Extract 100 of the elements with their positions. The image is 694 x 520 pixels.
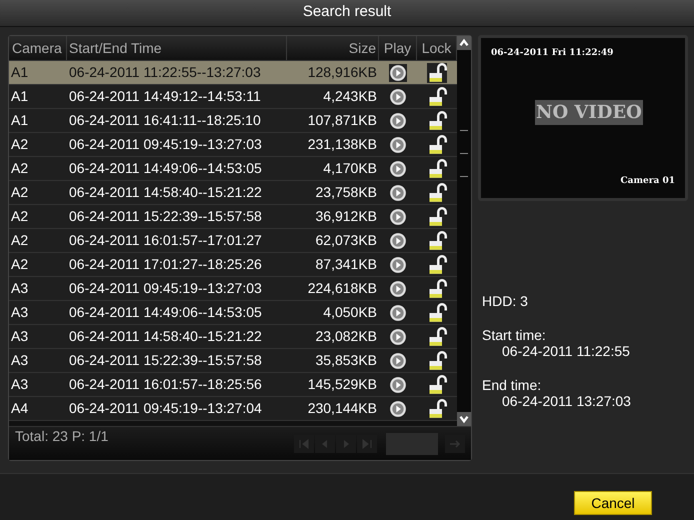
lock-open-icon[interactable] bbox=[427, 86, 447, 106]
table-cell-text: 231,138KB bbox=[306, 135, 378, 154]
info-label: End time: bbox=[482, 377, 542, 393]
info-value: 06-24-2011 13:27:03 bbox=[501, 393, 632, 409]
table-cell-text: A2 bbox=[10, 231, 30, 250]
table-cell-text: 128,916KB bbox=[306, 63, 378, 82]
play-icon[interactable] bbox=[389, 304, 407, 322]
lock-open-icon[interactable] bbox=[427, 398, 447, 418]
table-cell-text: 224,618KB bbox=[306, 279, 378, 298]
table-row[interactable]: A2 06-24-2011 09:45:19--13:27:03 231,138KB bbox=[9, 133, 457, 157]
column-header[interactable]: Start/End Time bbox=[67, 36, 287, 60]
lock-open-icon[interactable] bbox=[427, 182, 447, 202]
table-cell-text: A3 bbox=[10, 375, 30, 394]
column-header[interactable]: Camera bbox=[9, 36, 67, 60]
lock-open-icon[interactable] bbox=[427, 62, 447, 82]
table-cell-text: 107,871KB bbox=[306, 111, 378, 130]
scroll-down-icon[interactable] bbox=[457, 412, 471, 426]
lock-open-icon[interactable] bbox=[427, 158, 447, 178]
table-cell-text: 87,341KB bbox=[314, 255, 378, 274]
osd-timestamp: 06-24-2011 Fri 11:22:49 bbox=[491, 48, 614, 58]
table-cell-text: A4 bbox=[10, 399, 30, 418]
table-cell-text: 06-24-2011 16:01:57--17:01:27 bbox=[68, 231, 263, 250]
table-cell-text: 36,912KB bbox=[314, 207, 378, 226]
play-icon[interactable] bbox=[389, 112, 407, 130]
table-cell-text: A2 bbox=[10, 159, 30, 178]
no-video-label: NO VIDEO bbox=[535, 100, 643, 125]
info-label: Start time: bbox=[482, 327, 547, 343]
table-row[interactable]: A2 06-24-2011 16:01:57--17:01:27 62,073KB bbox=[9, 229, 457, 253]
table-cell-text: 62,073KB bbox=[314, 231, 378, 250]
play-icon[interactable] bbox=[389, 136, 407, 154]
play-icon[interactable] bbox=[389, 400, 407, 418]
table-row[interactable]: A4 06-24-2011 09:45:19--13:27:04 230,144KB bbox=[9, 397, 457, 421]
table-row[interactable]: A3 06-24-2011 15:22:39--15:57:58 35,853KB bbox=[9, 349, 457, 373]
table-row[interactable]: A3 06-24-2011 14:49:06--14:53:05 4,050KB bbox=[9, 301, 457, 325]
play-icon[interactable] bbox=[389, 256, 407, 274]
play-icon[interactable] bbox=[389, 376, 407, 394]
scrollbar[interactable] bbox=[457, 36, 471, 426]
lock-open-icon[interactable] bbox=[427, 350, 447, 370]
table-cell-text: 4,243KB bbox=[322, 87, 378, 106]
table-row[interactable]: A3 06-24-2011 14:58:40--15:21:22 23,082KB bbox=[9, 325, 457, 349]
play-icon[interactable] bbox=[389, 208, 407, 226]
window-title: Search result bbox=[0, 0, 694, 27]
play-icon[interactable] bbox=[389, 64, 407, 82]
play-icon[interactable] bbox=[389, 280, 407, 298]
play-icon[interactable] bbox=[389, 88, 407, 106]
table-cell-text: 06-24-2011 09:45:19--13:27:04 bbox=[68, 399, 263, 418]
table-cell-text: 4,170KB bbox=[322, 159, 378, 178]
table-row[interactable]: A2 06-24-2011 17:01:27--18:25:26 87,341KB bbox=[9, 253, 457, 277]
table-cell-text: 4,050KB bbox=[322, 303, 378, 322]
table-row[interactable]: A2 06-24-2011 14:58:40--15:21:22 23,758KB bbox=[9, 181, 457, 205]
table-cell-text: A2 bbox=[10, 183, 30, 202]
table-row[interactable]: A2 06-24-2011 14:49:06--14:53:05 4,170KB bbox=[9, 157, 457, 181]
table-cell-text: A1 bbox=[10, 63, 30, 82]
table-cell-text: 23,082KB bbox=[314, 327, 378, 346]
column-header[interactable]: Play bbox=[379, 36, 417, 60]
play-icon[interactable] bbox=[389, 232, 407, 250]
table-cell-text: 06-24-2011 17:01:27--18:25:26 bbox=[68, 255, 263, 274]
table-cell-text: A1 bbox=[10, 111, 30, 130]
lock-open-icon[interactable] bbox=[427, 230, 447, 250]
table-cell-text: 06-24-2011 14:49:06--14:53:05 bbox=[68, 303, 263, 322]
table-cell-text: A3 bbox=[10, 351, 30, 370]
table-cell-text: 06-24-2011 15:22:39--15:57:58 bbox=[68, 207, 263, 226]
osd-camera-label: Camera 01 bbox=[620, 176, 675, 186]
lock-open-icon[interactable] bbox=[427, 110, 447, 130]
table-row[interactable]: A3 06-24-2011 09:45:19--13:27:03 224,618KB bbox=[9, 277, 457, 301]
column-header[interactable]: Size bbox=[287, 36, 379, 60]
table-row[interactable]: A3 06-24-2011 16:01:57--18:25:56 145,529KB bbox=[9, 373, 457, 397]
table-cell-text: A3 bbox=[10, 303, 30, 322]
play-icon[interactable] bbox=[389, 184, 407, 202]
table-cell-text: A3 bbox=[10, 279, 30, 298]
table-cell-text: 06-24-2011 16:41:11--18:25:10 bbox=[68, 111, 262, 130]
total-count: Total: 23 P: 1/1 bbox=[15, 428, 108, 444]
table-cell-text: 06-24-2011 15:22:39--15:57:58 bbox=[68, 351, 263, 370]
lock-open-icon[interactable] bbox=[427, 374, 447, 394]
table-cell-text: A2 bbox=[10, 255, 30, 274]
info-label: HDD: 3 bbox=[482, 293, 529, 309]
table-cell-text: 06-24-2011 11:22:55--13:27:03 bbox=[68, 63, 262, 82]
table-cell-text: A3 bbox=[10, 327, 30, 346]
table-cell-text: A2 bbox=[10, 207, 30, 226]
lock-open-icon[interactable] bbox=[427, 134, 447, 154]
lock-open-icon[interactable] bbox=[427, 254, 447, 274]
table-row[interactable]: A2 06-24-2011 15:22:39--15:57:58 36,912KB bbox=[9, 205, 457, 229]
table-row[interactable]: A1 06-24-2011 11:22:55--13:27:03 128,916KB bbox=[9, 61, 457, 85]
play-icon[interactable] bbox=[389, 160, 407, 178]
cancel-button[interactable]: Cancel bbox=[574, 491, 652, 515]
lock-open-icon[interactable] bbox=[427, 206, 447, 226]
page-input-field[interactable] bbox=[386, 432, 438, 454]
play-icon[interactable] bbox=[389, 328, 407, 346]
table-cell-text: A1 bbox=[10, 87, 30, 106]
scroll-up-icon[interactable] bbox=[457, 36, 471, 50]
table-cell-text: 145,529KB bbox=[306, 375, 378, 394]
table-row[interactable]: A1 06-24-2011 14:49:12--14:53:11 4,243KB bbox=[9, 85, 457, 109]
info-value: 06-24-2011 11:22:55 bbox=[501, 343, 631, 359]
table-row[interactable]: A1 06-24-2011 16:41:11--18:25:10 107,871KB bbox=[9, 109, 457, 133]
lock-open-icon[interactable] bbox=[427, 278, 447, 298]
lock-open-icon[interactable] bbox=[427, 302, 447, 322]
table-cell-text: 06-24-2011 14:58:40--15:21:22 bbox=[68, 327, 263, 346]
lock-open-icon[interactable] bbox=[427, 326, 447, 346]
table-cell-text: 23,758KB bbox=[314, 183, 378, 202]
play-icon[interactable] bbox=[389, 352, 407, 370]
